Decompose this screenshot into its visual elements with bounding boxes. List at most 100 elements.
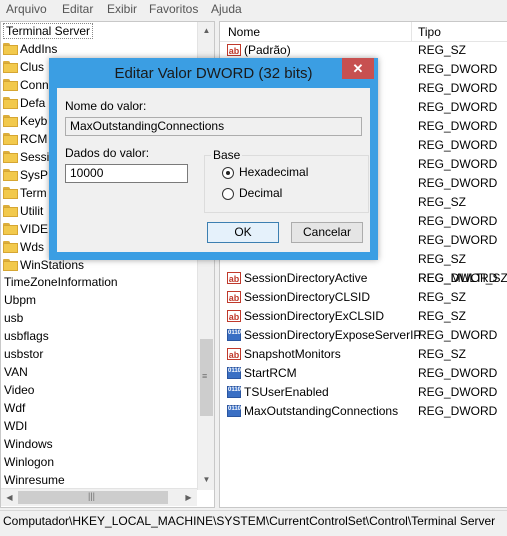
value-type: REG_DWORD: [418, 138, 498, 152]
column-name-header[interactable]: Nome: [228, 25, 260, 39]
value-name: SessionDirectoryActive: [244, 271, 368, 285]
dialog-title: Editar Valor DWORD (32 bits): [114, 65, 313, 82]
tree-item[interactable]: Ubpm: [4, 291, 36, 309]
list-item[interactable]: 0110 StartRCM REG_DWORD: [220, 364, 507, 383]
value-type: REG_SZ: [418, 347, 467, 361]
radio-decimal-label[interactable]: Decimal: [239, 186, 282, 200]
value-type: REG_SZ: [418, 290, 467, 304]
string-value-icon: ab: [227, 310, 241, 322]
menu-ajuda[interactable]: Ajuda: [211, 2, 242, 16]
value-name: SnapshotMonitors: [244, 347, 341, 361]
tree-item[interactable]: WDI: [4, 417, 27, 435]
folder-icon: [3, 97, 18, 109]
tree-horizontal-scrollbar[interactable]: ◀ ||| ▶: [1, 488, 197, 506]
list-item[interactable]: ab SessionDirectoryActive REG_DWORD: [220, 269, 507, 288]
value-name: SessionDirectoryCLSID: [244, 290, 371, 304]
value-type: REG_DWORD: [418, 385, 498, 399]
folder-icon: [3, 133, 18, 145]
value-type: REG_DWORD: [418, 328, 498, 342]
value-type: REG_DWORD: [418, 176, 498, 190]
cancel-button[interactable]: Cancelar: [291, 222, 363, 243]
value-name: SessionDirectoryExCLSID: [244, 309, 385, 323]
tree-item-label: VIDE: [20, 222, 49, 236]
tree-item[interactable]: Windows: [4, 435, 53, 453]
string-value-icon: ab: [227, 291, 241, 303]
value-type: REG_DWORD: [418, 119, 498, 133]
folder-icon: [3, 151, 18, 163]
list-item[interactable]: 0110 TSUserEnabled REG_DWORD: [220, 383, 507, 402]
scroll-down-arrow-icon[interactable]: ▼: [198, 471, 214, 488]
tree-item-label: RCM: [20, 132, 48, 146]
tree-item-label: Utilit: [20, 204, 44, 218]
column-separator[interactable]: [411, 22, 412, 41]
base-group: Base Hexadecimal Decimal: [204, 148, 369, 213]
value-type: REG_DWORD: [418, 100, 498, 114]
value-type: REG_SZ: [418, 195, 467, 209]
scroll-right-arrow-icon[interactable]: ▶: [180, 489, 197, 506]
value-type: REG_DWORD: [418, 62, 498, 76]
menu-bar: Arquivo Editar Exibir Favoritos Ajuda: [0, 0, 507, 20]
tree-item[interactable]: TimeZoneInformation: [4, 273, 118, 291]
list-item[interactable]: ab SessionDirectoryCLSID REG_SZ: [220, 288, 507, 307]
value-name: SessionDirectoryExposeServerIP: [244, 328, 422, 342]
tree-item[interactable]: usbflags: [4, 327, 49, 345]
tree-item[interactable]: usb: [4, 309, 23, 327]
value-data-label: Dados do valor:: [65, 146, 150, 160]
value-data-input[interactable]: 10000: [65, 164, 188, 183]
menu-favoritos[interactable]: Favoritos: [149, 2, 198, 16]
folder-icon: [3, 61, 18, 73]
tree-item[interactable]: Wdf: [4, 399, 25, 417]
scrollbar-thumb[interactable]: ≡: [200, 339, 213, 416]
tree-item[interactable]: VAN: [4, 363, 28, 381]
tree-item-label: Term: [20, 186, 47, 200]
menu-exibir[interactable]: Exibir: [107, 2, 137, 16]
tree-item-label: Conn: [20, 78, 49, 92]
value-name-field[interactable]: MaxOutstandingConnections: [65, 117, 362, 136]
list-item[interactable]: ab SessionDirectoryExCLSID REG_SZ: [220, 307, 507, 326]
tree-item[interactable]: Winlogon: [4, 453, 54, 471]
folder-icon: [3, 187, 18, 199]
value-type: REG_DWORD: [418, 157, 498, 171]
tree-item-label: Clus: [20, 60, 45, 74]
radio-hexadecimal[interactable]: [222, 167, 234, 179]
tree-item[interactable]: usbstor: [4, 345, 43, 363]
list-item[interactable]: 0110 MaxOutstandingConnections REG_DWORD: [220, 402, 507, 421]
folder-icon: [3, 79, 18, 91]
radio-hexadecimal-label[interactable]: Hexadecimal: [239, 165, 308, 179]
folder-icon: [3, 241, 18, 253]
tree-item[interactable]: Video: [4, 381, 34, 399]
scrollbar-thumb[interactable]: |||: [18, 491, 168, 504]
tree-item-label: Sessi: [20, 150, 50, 164]
list-item[interactable]: ab SnapshotMonitors REG_SZ: [220, 345, 507, 364]
tree-item-label: SysP: [20, 168, 49, 182]
folder-icon: [3, 115, 18, 127]
value-type: REG_SZ: [418, 309, 467, 323]
radio-selected-dot: [226, 171, 230, 175]
tree-item-label: Keyb: [20, 114, 48, 128]
value-type: REG_DWORD: [418, 404, 498, 418]
base-label: Base: [211, 148, 243, 162]
value-name: StartRCM: [244, 366, 297, 380]
grip-icon: ≡: [202, 371, 208, 381]
list-item[interactable]: 0110 SessionDirectoryExposeServerIP REG_DW…: [220, 326, 507, 345]
value-type: REG_DWORD: [418, 366, 498, 380]
ok-button[interactable]: OK: [207, 222, 279, 243]
radio-decimal[interactable]: [222, 188, 234, 200]
tree-item-label: AddIns: [20, 42, 58, 56]
edit-dword-dialog: Editar Valor DWORD (32 bits) ✕ Nome do v…: [49, 58, 378, 260]
value-type: REG_SZ: [418, 43, 467, 57]
value-type: REG_DWORD: [418, 81, 498, 95]
close-button[interactable]: ✕: [342, 58, 374, 79]
menu-arquivo[interactable]: Arquivo: [6, 2, 47, 16]
scroll-left-arrow-icon[interactable]: ◀: [1, 489, 18, 506]
folder-icon: [3, 223, 18, 235]
value-name-label: Nome do valor:: [65, 99, 147, 113]
tree-item[interactable]: Winresume: [4, 471, 65, 489]
menu-editar[interactable]: Editar: [62, 2, 93, 16]
column-header: Nome Tipo: [220, 22, 507, 42]
binary-value-icon: 0110: [227, 329, 241, 341]
tree-item-terminal-server[interactable]: Terminal Server: [3, 22, 94, 40]
column-type-header[interactable]: Tipo: [418, 25, 441, 39]
scroll-up-arrow-icon[interactable]: ▲: [198, 22, 214, 39]
value-name: MaxOutstandingConnections: [244, 404, 399, 418]
